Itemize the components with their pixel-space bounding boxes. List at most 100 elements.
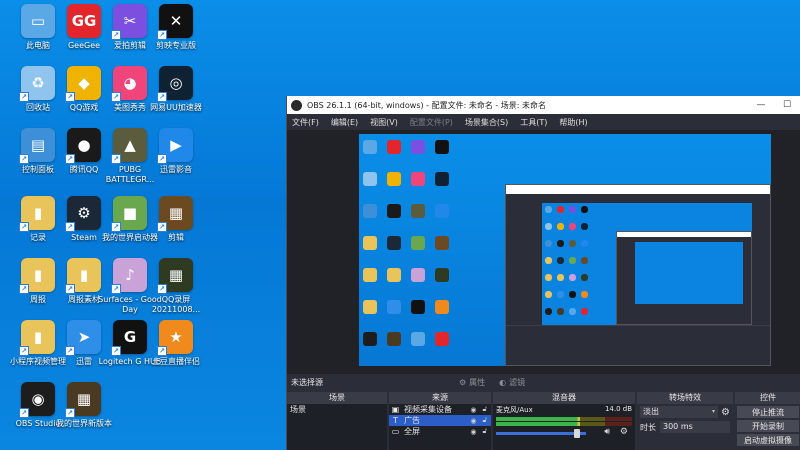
mirrored-desktop-icon bbox=[387, 204, 401, 218]
preview-canvas[interactable] bbox=[359, 134, 771, 366]
desktop-shortcut[interactable]: ▦ ↗ 剪辑 bbox=[144, 196, 208, 243]
menu-scene-collection[interactable]: 场景集合(S) bbox=[465, 117, 508, 128]
source-item-video-capture[interactable]: ▣ 视频采集设备 ◉ 🔓︎ bbox=[389, 404, 491, 415]
shortcut-arrow-icon: ↗ bbox=[157, 222, 167, 232]
mirrored-desktop-icon bbox=[581, 308, 588, 315]
desktop-shortcut-label: 剪辑 bbox=[168, 233, 184, 242]
mirrored-desktop-icon bbox=[411, 300, 425, 314]
mirrored-desktop-icon bbox=[387, 236, 401, 250]
video-thumb-icon: ▦ ↗ bbox=[157, 258, 193, 294]
mirrored-desktop-icon bbox=[569, 274, 576, 281]
properties-button[interactable]: ⚙ 属性 bbox=[459, 377, 485, 388]
menu-file[interactable]: 文件(F) bbox=[292, 117, 319, 128]
source-item-ad[interactable]: T 广告 ◉ 🔓︎ bbox=[389, 415, 491, 426]
menu-view[interactable]: 视图(V) bbox=[370, 117, 398, 128]
menu-profile[interactable]: 配置文件(P) bbox=[410, 117, 453, 128]
start-recording-button[interactable]: 开始录制 bbox=[737, 420, 799, 432]
scenes-dock-title: 场景 bbox=[287, 392, 387, 404]
stop-streaming-button[interactable]: 停止推流 bbox=[737, 406, 799, 418]
mirrored-desktop-icon bbox=[411, 140, 425, 154]
pubg-icon: ▲ ↗ bbox=[111, 128, 147, 164]
mirrored-desktop-icon bbox=[387, 172, 401, 186]
mirrored-desktop-icon bbox=[435, 204, 449, 218]
folder-icon: ▮ ↗ bbox=[19, 320, 55, 356]
shortcut-arrow-icon: ↗ bbox=[157, 284, 167, 294]
chevron-down-icon: ▾ bbox=[712, 408, 716, 415]
transitions-dock-title: 转场特效 bbox=[637, 392, 733, 404]
desktop-shortcut[interactable]: ✕ ↗ 剪映专业版 bbox=[144, 4, 208, 51]
shortcut-arrow-icon: ↗ bbox=[157, 30, 167, 40]
obs-title-bar[interactable]: OBS 26.1.1 (64-bit, windows) - 配置文件: 未命名… bbox=[287, 96, 800, 114]
menu-help[interactable]: 帮助(H) bbox=[559, 117, 587, 128]
mirrored-desktop-icon bbox=[557, 274, 564, 281]
desktop-shortcut-label: 我的世界新版本 bbox=[56, 419, 112, 428]
mirrored-desktop-icon bbox=[557, 308, 564, 315]
shortcut-arrow-icon: ↗ bbox=[111, 92, 121, 102]
lock-icon[interactable]: 🔓︎ bbox=[482, 416, 487, 425]
desktop-shortcut-label: Steam bbox=[71, 233, 97, 242]
nested-preview-canvas-2 bbox=[635, 242, 743, 304]
folder-icon: ▮ ↗ bbox=[65, 258, 101, 294]
maximize-button[interactable]: ☐ bbox=[774, 100, 800, 110]
recycle-bin-icon: ♻ ↗ bbox=[19, 66, 55, 102]
menu-tools[interactable]: 工具(T) bbox=[520, 117, 547, 128]
obs-icon: ◉ ↗ bbox=[19, 382, 55, 418]
mirrored-desktop-icon bbox=[545, 257, 552, 264]
desktop-shortcut-label: 网易UU加速器 bbox=[150, 103, 202, 112]
sources-dock-title: 来源 bbox=[389, 392, 491, 404]
transition-select[interactable]: 淡出 ▾ bbox=[640, 406, 719, 418]
desktop-shortcut[interactable]: ★ ↗ 土豆直播伴侣 bbox=[144, 320, 208, 367]
desktop-shortcut-label: 此电脑 bbox=[26, 41, 50, 50]
music-cover-icon: ♪ ↗ bbox=[111, 258, 147, 294]
mirrored-desktop-icon bbox=[545, 291, 552, 298]
source-item-fullscreen[interactable]: ▭ 全屏 ◉ 🔓︎ bbox=[389, 426, 491, 437]
shortcut-arrow-icon: ↗ bbox=[19, 346, 29, 356]
mirrored-desktop-icon bbox=[581, 291, 588, 298]
folder-icon: ▮ ↗ bbox=[19, 258, 55, 294]
mirrored-desktop-icon bbox=[557, 223, 564, 230]
obs-window[interactable]: OBS 26.1.1 (64-bit, windows) - 配置文件: 未命名… bbox=[286, 96, 800, 450]
lock-icon[interactable]: 🔓︎ bbox=[482, 405, 487, 414]
desktop-shortcut[interactable]: ◎ ↗ 网易UU加速器 bbox=[144, 66, 208, 113]
start-virtual-camera-button[interactable]: 启动虚拟摄像 bbox=[737, 434, 799, 446]
mirrored-desktop-icon bbox=[411, 236, 425, 250]
desktop-shortcut[interactable]: ▶ ↗ 迅雷影音 bbox=[144, 128, 208, 175]
eye-icon[interactable]: ◉ bbox=[470, 428, 476, 436]
mirrored-desktop-icon bbox=[411, 332, 425, 346]
mirrored-desktop-icon bbox=[435, 140, 449, 154]
mirrored-desktop-icon bbox=[557, 291, 564, 298]
mirrored-desktop-icon bbox=[557, 206, 564, 213]
desktop-shortcut[interactable]: ▦ ↗ 我的世界新版本 bbox=[52, 382, 116, 429]
eye-icon[interactable]: ◉ bbox=[470, 406, 476, 414]
control-panel-icon: ▤ ↗ bbox=[19, 128, 55, 164]
duration-input[interactable]: 300 ms bbox=[660, 421, 730, 433]
mirrored-desktop-icon bbox=[569, 308, 576, 315]
preview-area[interactable] bbox=[287, 130, 800, 374]
gear-icon[interactable]: ⚙ bbox=[620, 427, 628, 437]
menu-edit[interactable]: 编辑(E) bbox=[331, 117, 358, 128]
mirrored-desktop-icon bbox=[435, 332, 449, 346]
desktop-shortcut-label: QQ录屏20211008... bbox=[151, 295, 201, 314]
mixer-dock: 混音器 麦克风/Aux 14.0 dB 🔊︎ ⚙ bbox=[493, 392, 635, 450]
volume-knob[interactable] bbox=[573, 429, 580, 438]
controls-dock-title: 控件 bbox=[735, 392, 800, 404]
scene-item[interactable]: 场景 bbox=[287, 404, 387, 415]
minimize-button[interactable]: — bbox=[748, 100, 774, 110]
mirrored-desktop-icon bbox=[411, 204, 425, 218]
lock-icon[interactable]: 🔓︎ bbox=[482, 427, 487, 436]
filters-button[interactable]: ◐ 滤镜 bbox=[499, 377, 525, 388]
speaker-icon[interactable]: 🔊︎ bbox=[604, 427, 610, 437]
shortcut-arrow-icon: ↗ bbox=[19, 92, 29, 102]
desktop-shortcut-label: 回收站 bbox=[26, 103, 50, 112]
gear-icon[interactable]: ⚙ bbox=[721, 407, 730, 418]
volume-slider[interactable]: 🔊︎ ⚙ bbox=[496, 427, 632, 438]
nested-obs-preview bbox=[505, 184, 771, 366]
meitu-icon: ◕ ↗ bbox=[111, 66, 147, 102]
scenes-dock: 场景 场景 bbox=[287, 392, 387, 450]
eye-icon[interactable]: ◉ bbox=[470, 417, 476, 425]
live-companion-icon: ★ ↗ bbox=[157, 320, 193, 356]
mirrored-desktop-icon bbox=[545, 240, 552, 247]
mirrored-desktop-icon bbox=[581, 206, 588, 213]
desktop-shortcut[interactable]: ▦ ↗ QQ录屏20211008... bbox=[144, 258, 208, 315]
source-toolbar: 未选择源 ⚙ 属性 ◐ 滤镜 bbox=[287, 374, 800, 390]
